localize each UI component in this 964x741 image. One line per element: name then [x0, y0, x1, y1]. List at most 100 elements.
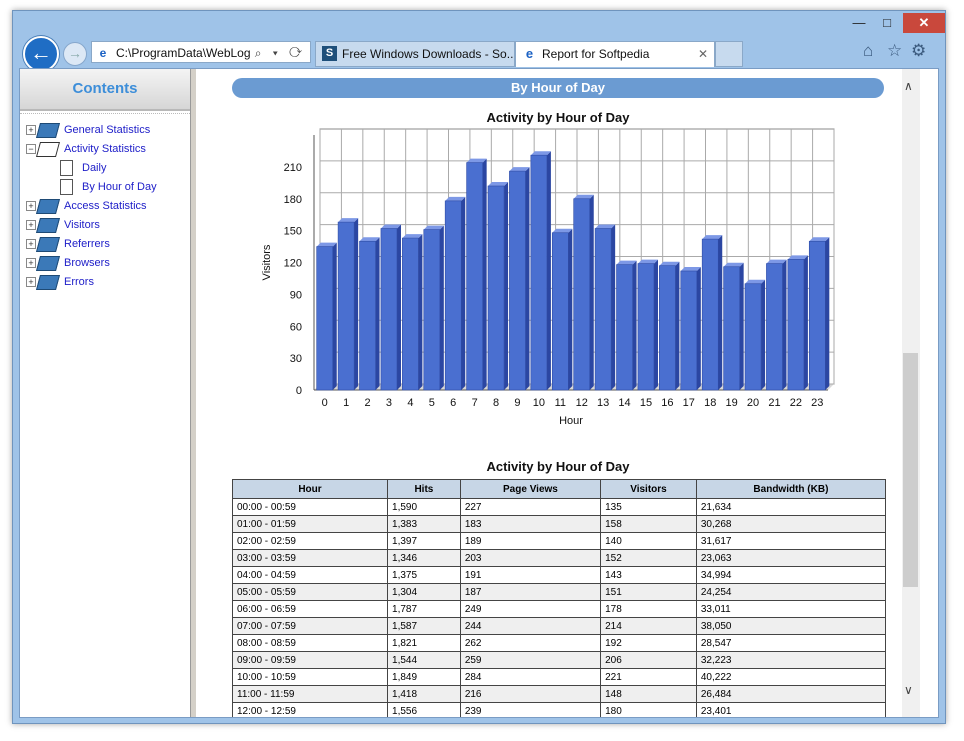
table-row: 08:00 - 08:59 1,821 262 192 28,547 — [231, 634, 887, 652]
x-tick-label: 13 — [597, 397, 609, 409]
x-tick-label: 14 — [618, 397, 630, 409]
bar — [316, 246, 334, 391]
bar — [359, 240, 376, 391]
sidebar-item-label: Errors — [64, 276, 94, 288]
column-header: Visitors — [600, 479, 697, 499]
ie-tab-icon: e — [525, 46, 534, 61]
vertical-scrollbar[interactable]: ∧ ∨ — [902, 69, 920, 717]
table-row: 00:00 - 00:59 1,590 227 135 21,634 — [231, 498, 887, 516]
table-row: 05:00 - 05:59 1,304 187 151 24,254 — [231, 583, 887, 601]
table-header-row: Hour Hits Page Views Visitors Bandwidth (KB) — [231, 479, 887, 499]
tree-expander-icon[interactable]: + — [26, 277, 36, 287]
page-icon — [60, 179, 73, 195]
sidebar-item-label: Access Statistics — [64, 200, 147, 212]
bar-side — [418, 234, 423, 390]
x-tick-label: 9 — [514, 397, 520, 409]
scroll-up-icon[interactable]: ∧ — [904, 79, 913, 93]
tab-report-softpedia[interactable]: e Report for Softpedia ✕ — [515, 41, 715, 67]
section-banner: By Hour of Day — [232, 78, 884, 98]
x-tick-label: 2 — [364, 397, 370, 409]
bar — [551, 232, 569, 391]
tree-expander-icon[interactable]: + — [26, 258, 36, 268]
address-bar[interactable]: e C:\ProgramData\WebLog ⌕ ▾ ⟳ — [91, 41, 311, 63]
table-title: Activity by Hour of Day — [486, 459, 630, 474]
tools-gear-icon[interactable]: ⚙ — [911, 41, 926, 61]
y-tick-label: 30 — [290, 353, 302, 365]
table-cell: 07:00 - 07:59 — [231, 617, 389, 635]
column-header: Hour — [231, 479, 389, 499]
tree-expander-icon[interactable]: + — [26, 201, 36, 211]
address-text[interactable]: C:\ProgramData\WebLog — [116, 42, 251, 64]
table-cell: 1,397 — [387, 532, 461, 550]
table-cell: 1,346 — [387, 549, 461, 567]
bar — [659, 265, 676, 391]
forward-button[interactable]: → — [63, 42, 87, 66]
bar — [509, 170, 526, 391]
bar — [530, 154, 548, 391]
x-tick-label: 21 — [768, 397, 780, 409]
table-cell: 06:00 - 06:59 — [231, 600, 389, 618]
tree-expander-icon[interactable]: − — [26, 144, 36, 154]
x-tick-label: 10 — [533, 397, 545, 409]
home-icon[interactable]: ⌂ — [863, 41, 873, 61]
book-icon — [35, 237, 61, 252]
bar-side — [803, 255, 808, 390]
table-cell: 187 — [459, 583, 602, 601]
bar — [402, 237, 419, 391]
column-header: Page Views — [459, 479, 602, 499]
table-cell: 227 — [459, 498, 602, 516]
new-tab-button[interactable] — [715, 41, 743, 67]
table-cell: 28,547 — [695, 634, 887, 652]
table-cell: 192 — [600, 634, 697, 652]
sidebar-item-label: Visitors — [64, 219, 100, 231]
tab-close-icon[interactable]: ✕ — [698, 42, 708, 66]
table-cell: 178 — [600, 600, 697, 618]
table-cell: 38,050 — [695, 617, 887, 635]
book-icon — [35, 123, 61, 138]
address-tools-icons[interactable]: ⌕ ▾ ⟳ — [255, 42, 306, 64]
bar — [466, 162, 483, 391]
browser-window: — □ ✕ ← → e C:\ProgramData\WebLog ⌕ ▾ ⟳ … — [12, 10, 946, 724]
table-row: 12:00 - 12:59 1,556 239 180 23,401 — [231, 702, 887, 717]
table-cell: 143 — [600, 566, 697, 584]
bar-side — [611, 224, 616, 390]
bar — [680, 270, 698, 391]
bar-side — [632, 260, 637, 390]
bar — [444, 200, 462, 391]
scroll-thumb[interactable] — [903, 353, 918, 587]
table-cell: 01:00 - 01:59 — [231, 515, 389, 533]
favorites-star-icon[interactable]: ☆ — [887, 41, 902, 61]
table-cell: 1,418 — [387, 685, 461, 703]
minimize-button[interactable]: — — [845, 13, 873, 33]
table-cell: 183 — [459, 515, 602, 533]
tab-softpedia-downloads[interactable]: S Free Windows Downloads - So... — [315, 41, 515, 67]
table-cell: 284 — [459, 668, 602, 686]
table-cell: 30,268 — [695, 515, 887, 533]
softpedia-tab-icon: S — [322, 46, 337, 61]
table-cell: 1,587 — [387, 617, 461, 635]
table-cell: 00:00 - 00:59 — [231, 498, 389, 516]
tree-expander-icon[interactable]: + — [26, 220, 36, 230]
back-button[interactable]: ← — [23, 36, 59, 72]
x-tick-label: 12 — [576, 397, 588, 409]
bar-side — [461, 196, 466, 390]
bar — [594, 228, 612, 391]
table-cell: 203 — [459, 549, 602, 567]
tree-expander-icon[interactable]: + — [26, 239, 36, 249]
close-window-button[interactable]: ✕ — [903, 13, 945, 33]
bar-side — [354, 218, 359, 390]
table-cell: 249 — [459, 600, 602, 618]
maximize-button[interactable]: □ — [873, 13, 901, 33]
table-row: 09:00 - 09:59 1,544 259 206 32,223 — [231, 651, 887, 669]
bar-side — [439, 225, 444, 390]
table-cell: 158 — [600, 515, 697, 533]
x-tick-label: 19 — [726, 397, 738, 409]
scroll-down-icon[interactable]: ∨ — [904, 683, 913, 697]
page-icon — [60, 160, 73, 176]
tree-expander-icon[interactable]: + — [26, 125, 36, 135]
y-tick-label: 120 — [284, 258, 302, 270]
report-pane: By Hour of Day Activity by Hour of Day 0… — [196, 69, 920, 717]
bar-side — [589, 194, 594, 390]
x-tick-label: 23 — [811, 397, 823, 409]
table-cell: 33,011 — [695, 600, 887, 618]
